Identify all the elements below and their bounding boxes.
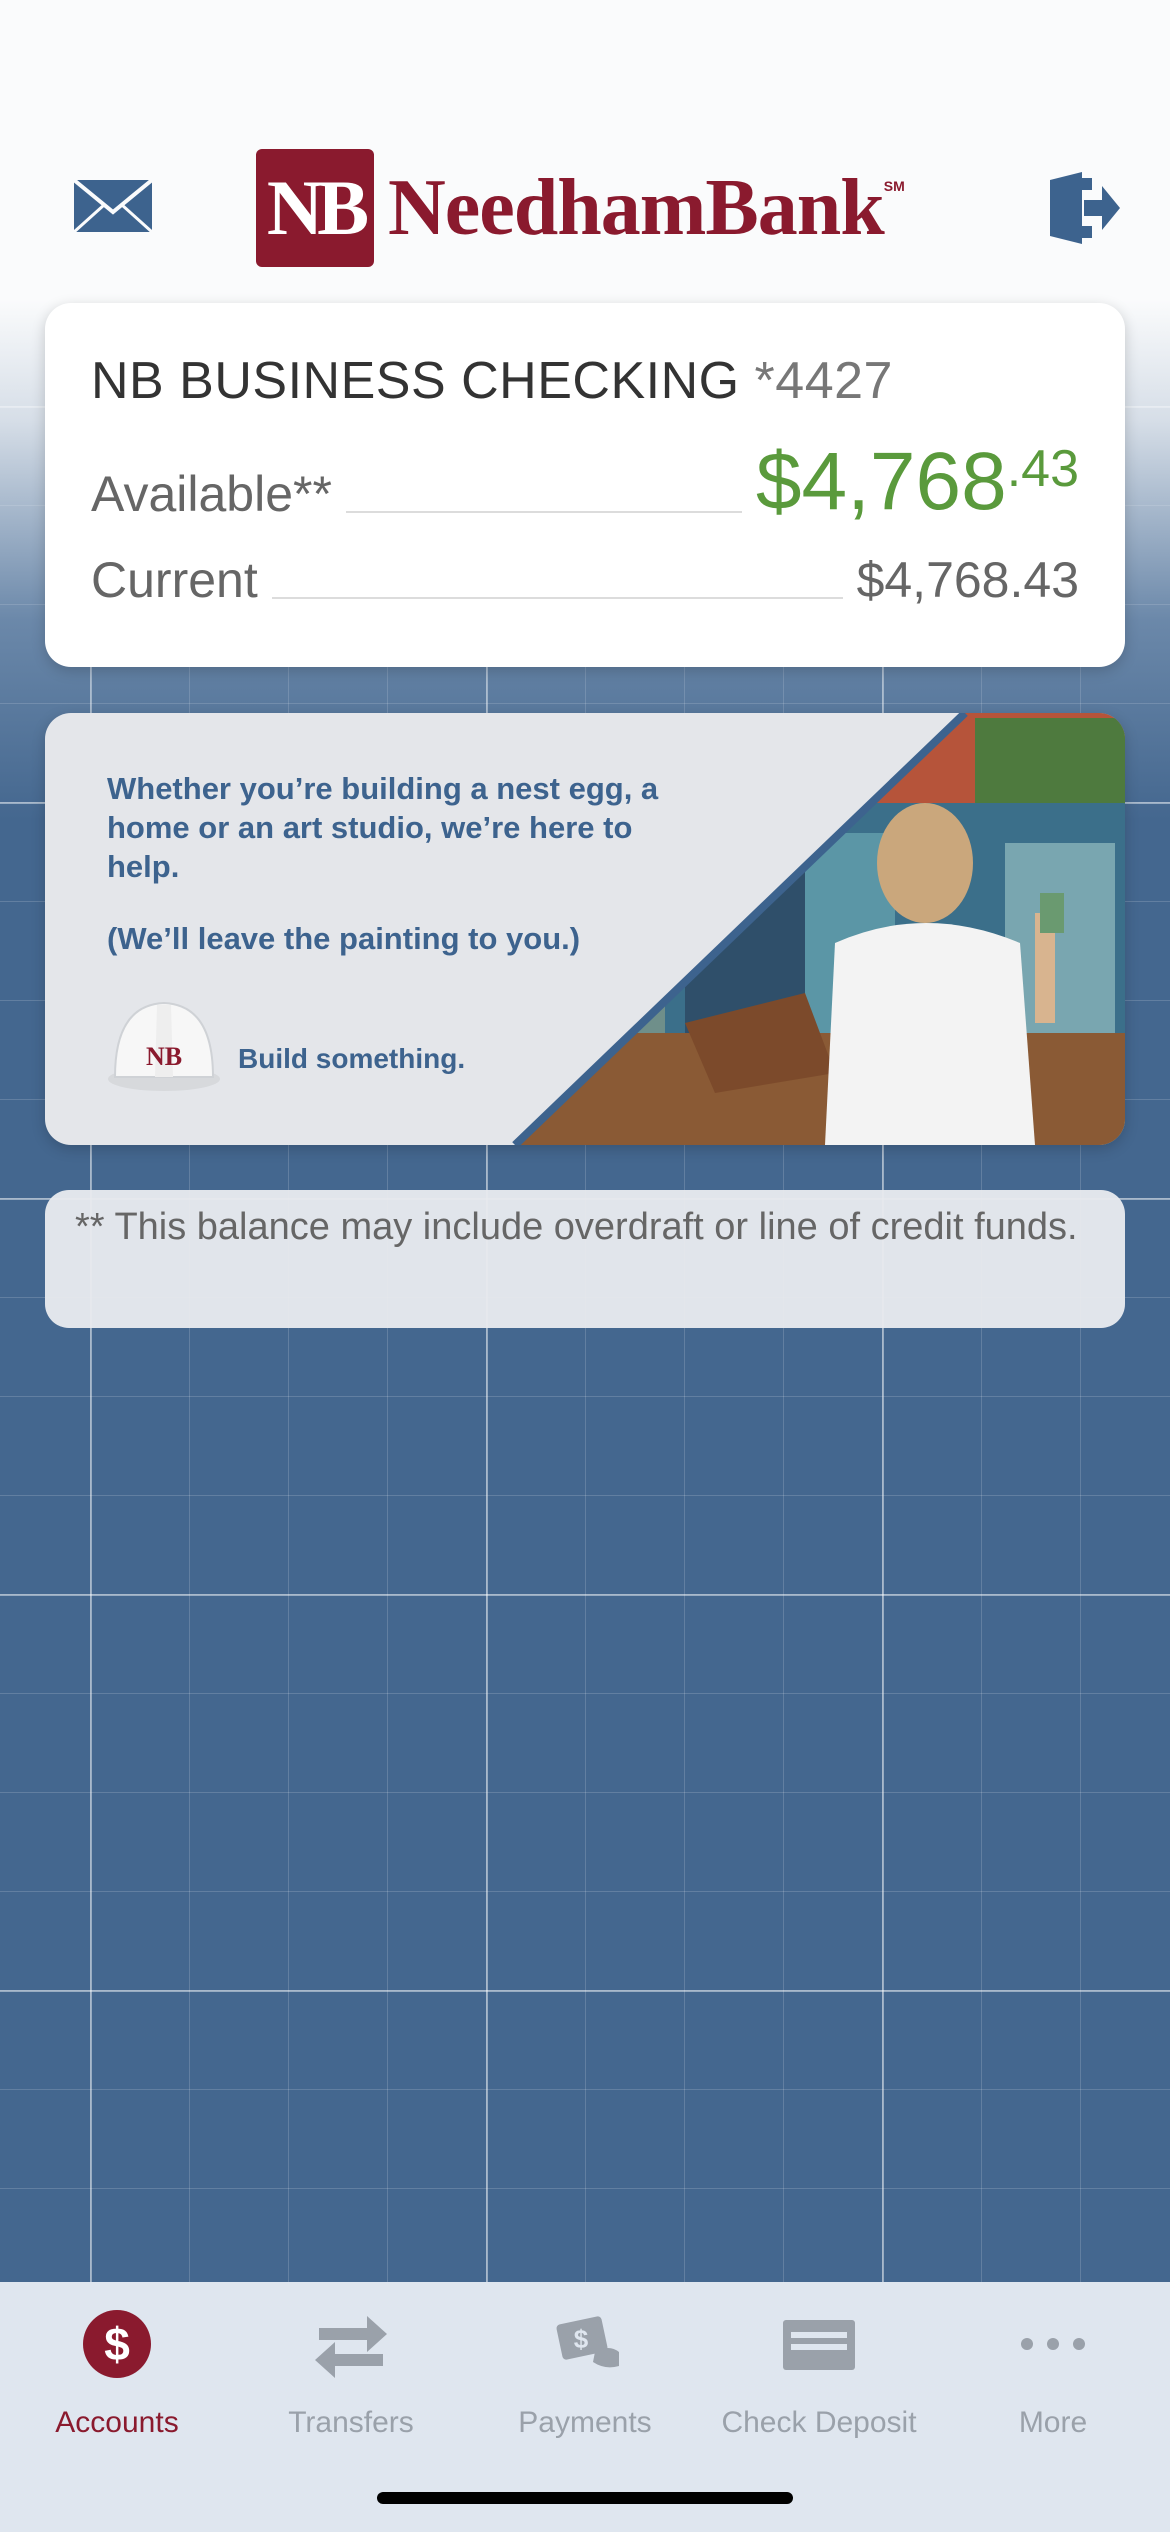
promo-banner[interactable]: Whether you’re building a nest egg, a ho… (45, 713, 1125, 1145)
promo-submessage: (We’ll leave the painting to you.) (107, 921, 581, 956)
tab-accounts[interactable]: $ Accounts (0, 2282, 234, 2452)
available-balance: $4,768.43 (756, 441, 1079, 523)
payment-hand-icon: $ (556, 2316, 619, 2368)
promo-tagline: Build something. (238, 1043, 466, 1074)
mail-icon[interactable] (72, 178, 154, 234)
tab-label: Payments (518, 2406, 652, 2439)
hard-hat-icon: NB (108, 1001, 220, 1091)
logo-service-mark: SM (883, 178, 905, 194)
balance-disclaimer: ** This balance may include overdraft or… (45, 1190, 1125, 1328)
svg-text:$: $ (104, 2318, 130, 2370)
svg-text:$: $ (574, 2324, 589, 2354)
transfer-arrows-icon (315, 2316, 387, 2378)
tab-label: Check Deposit (721, 2406, 917, 2439)
dollar-circle-icon: $ (83, 2310, 151, 2378)
check-icon (783, 2320, 855, 2370)
account-title: NB BUSINESS CHECKING *4427 (91, 351, 893, 411)
logo-mark: NB (256, 149, 374, 267)
available-label: Available** (91, 466, 332, 522)
tab-bar: $ Accounts Transfers $ Payments Check De… (0, 2282, 1170, 2532)
current-balance: $4,768.43 (856, 552, 1079, 608)
available-dollars: $4,768 (755, 436, 1007, 527)
leader-line (345, 511, 742, 513)
account-number: *4427 (754, 352, 893, 410)
logout-icon[interactable] (1048, 170, 1122, 246)
header: NB NeedhamBank SM (0, 130, 1170, 280)
account-card[interactable]: NB BUSINESS CHECKING *4427 Available** $… (45, 303, 1125, 667)
tab-label: More (1018, 2406, 1088, 2439)
tab-more[interactable]: More (936, 2282, 1170, 2452)
needham-bank-logo: NB NeedhamBank SM (256, 148, 905, 268)
promo-message: Whether you’re building a nest egg, a ho… (107, 771, 659, 884)
available-cents: .43 (1006, 440, 1079, 498)
tab-payments[interactable]: $ Payments (468, 2282, 702, 2452)
more-dots-icon (1021, 2338, 1085, 2350)
current-label: Current (91, 552, 258, 608)
tab-label: Accounts (55, 2406, 179, 2439)
home-indicator[interactable] (377, 2492, 793, 2504)
available-balance-row: Available** $4,768.43 (91, 441, 1079, 523)
current-balance-row: Current $4,768.43 (91, 543, 1079, 609)
helmet-logo: NB (146, 1042, 182, 1071)
tab-check-deposit[interactable]: Check Deposit (702, 2282, 936, 2452)
tab-transfers[interactable]: Transfers (234, 2282, 468, 2452)
logo-text: NeedhamBank (388, 164, 885, 252)
leader-line (271, 597, 843, 599)
tab-label: Transfers (288, 2406, 414, 2439)
account-name: NB BUSINESS CHECKING (91, 352, 740, 410)
